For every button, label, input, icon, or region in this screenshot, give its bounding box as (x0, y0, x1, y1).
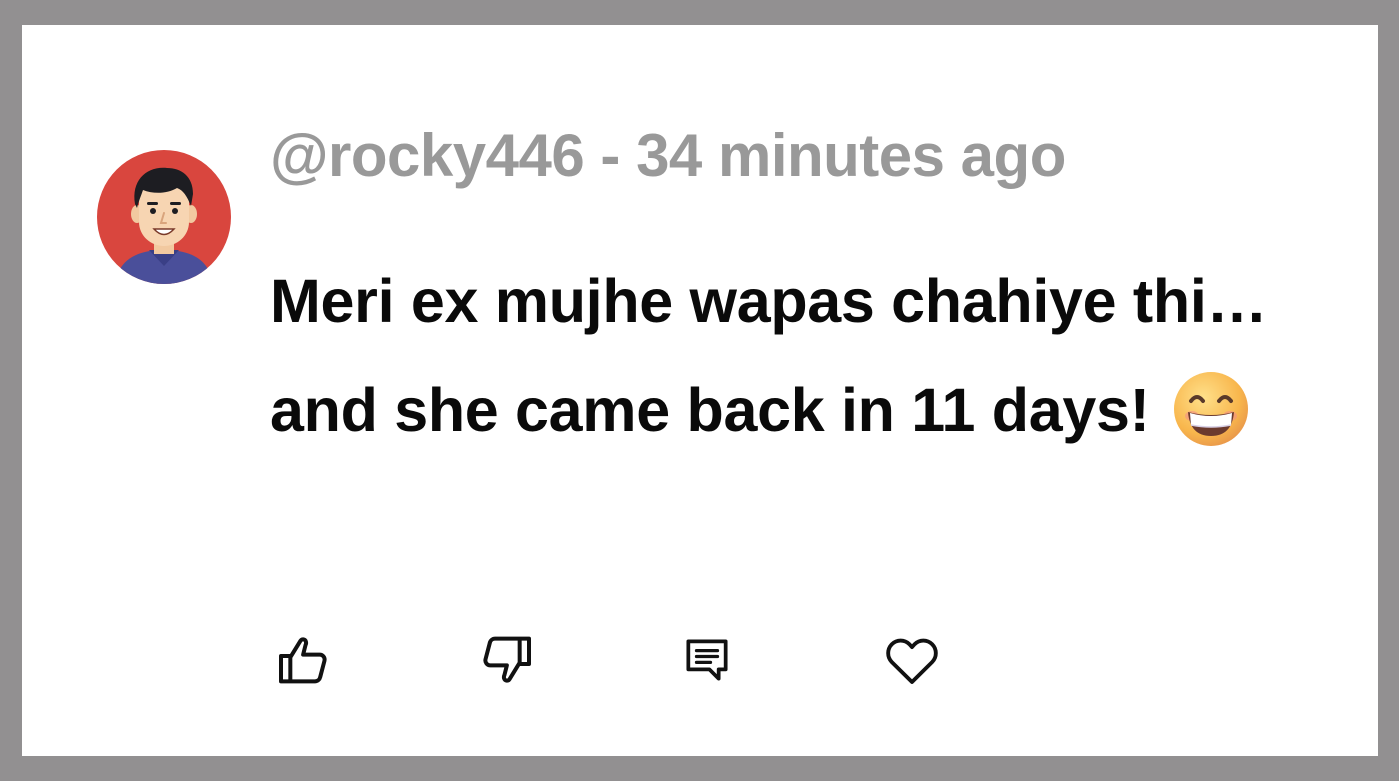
username[interactable]: @rocky446 (270, 122, 585, 189)
reply-icon (686, 639, 728, 681)
comment-body: Meri ex mujhe wapas chahiye thi… and she… (270, 247, 1330, 465)
meta-separator: - (584, 122, 637, 189)
heart-button[interactable] (877, 625, 947, 695)
comment-meta: @rocky446 - 34 minutes ago (270, 121, 1066, 190)
timestamp: 34 minutes ago (636, 122, 1066, 189)
comment-text: Meri ex mujhe wapas chahiye thi… and she… (270, 267, 1268, 444)
dislike-button[interactable] (470, 625, 540, 695)
cartoon-man-avatar-icon (97, 150, 231, 284)
avatar[interactable] (97, 150, 231, 284)
heart-icon (886, 638, 938, 684)
grinning-face-emoji-icon (1172, 370, 1250, 448)
like-button[interactable] (270, 625, 340, 695)
thumbs-down-icon (483, 636, 531, 683)
thumbs-up-icon (279, 637, 327, 684)
comment-card: @rocky446 - 34 minutes ago Meri ex mujhe… (22, 25, 1378, 756)
reply-button[interactable] (672, 625, 742, 695)
